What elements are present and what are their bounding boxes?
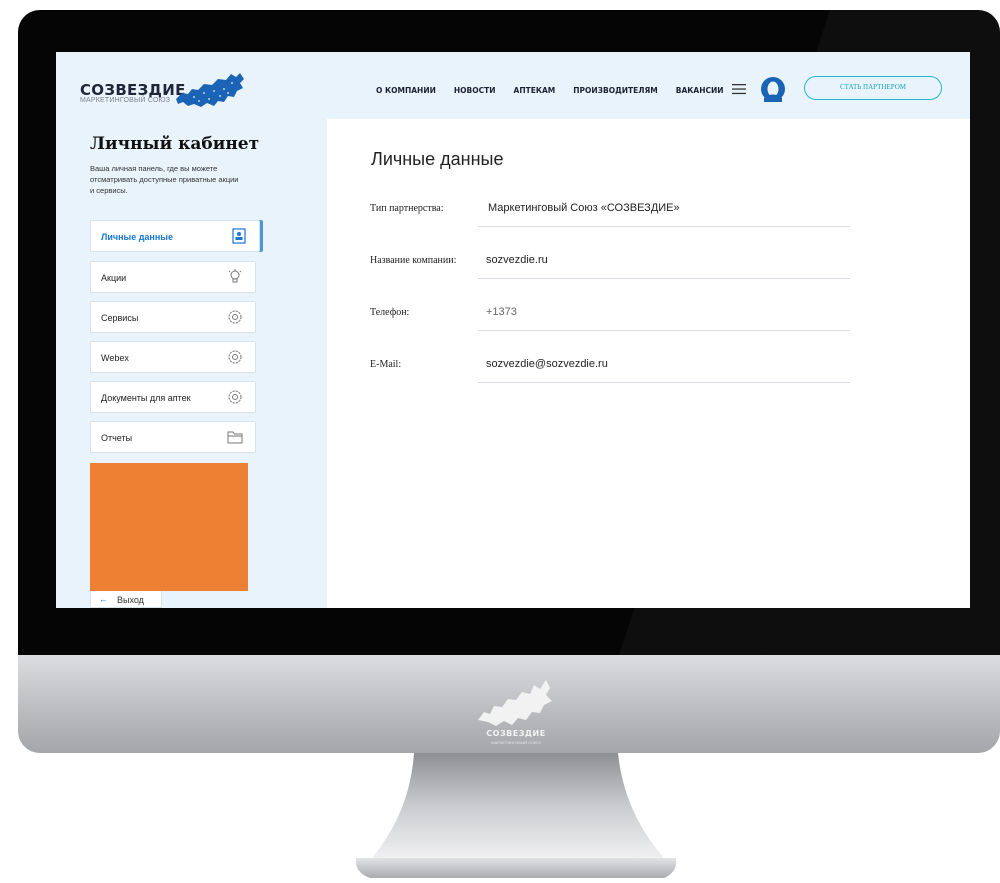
sidebar-item-label: Сервисы <box>101 313 139 323</box>
sidebar-description: Ваша личная панель, где вы можете отсмат… <box>90 164 239 195</box>
field-divider <box>478 278 850 279</box>
field-phone: Телефон: +1373 <box>370 300 850 331</box>
promo-banner[interactable] <box>90 463 248 591</box>
field-label: Тип партнерства: <box>370 203 444 214</box>
logout-button[interactable]: ← Выход <box>90 591 162 608</box>
gear-icon <box>228 350 242 364</box>
sidebar-item-webex[interactable]: Webex <box>90 341 256 373</box>
sidebar-item-services[interactable]: Сервисы <box>90 301 256 333</box>
folder-icon <box>227 431 243 444</box>
sidebar-item-label: Документы для аптек <box>101 393 191 403</box>
field-value: sozvezdie.ru <box>486 254 548 266</box>
hamburger-icon[interactable] <box>732 83 746 95</box>
sidebar-title: Личный кабинет <box>90 134 260 154</box>
field-label: Название компании: <box>370 255 457 266</box>
sidebar-item-label: Акции <box>101 273 127 283</box>
nav-news[interactable]: НОВОСТИ <box>454 86 496 95</box>
chin-brand-subtitle: МАРКЕТИНГОВЫЙ СОЮЗ <box>491 740 541 745</box>
logo-subtitle: МАРКЕТИНГОВЫЙ СОЮЗ <box>80 97 171 104</box>
sidebar-item-label: Личные данные <box>101 232 173 242</box>
sidebar-item-promotions[interactable]: Акции <box>90 261 256 293</box>
main-content: Личные данные Тип партнерства: Маркетинг… <box>327 119 970 608</box>
page-title: Личные данные <box>371 149 504 169</box>
gear-icon <box>228 310 242 324</box>
sidebar-item-personal-data[interactable]: Личные данные <box>90 220 260 252</box>
field-partnership-type: Тип партнерства: Маркетинговый Союз «СОЗ… <box>370 196 850 227</box>
field-email: E-Mail: sozvezdie@sozvezdie.ru <box>370 352 850 383</box>
field-label: Телефон: <box>370 307 410 318</box>
field-value: +1373 <box>486 306 517 318</box>
field-divider <box>478 330 850 331</box>
gear-icon <box>228 390 242 404</box>
field-divider <box>478 382 850 383</box>
id-card-icon <box>232 228 246 244</box>
site-header: СОЗВЕЗДИЕ МАРКЕТИНГОВЫЙ СОЮЗ О КОМПАНИИ … <box>56 52 970 119</box>
nav-vacancies[interactable]: ВАКАНСИИ <box>676 86 724 95</box>
logout-label: Выход <box>117 595 144 605</box>
main-nav: О КОМПАНИИ НОВОСТИ АПТЕКАМ ПРОИЗВОДИТЕЛЯ… <box>376 86 742 95</box>
field-value: sozvezdie@sozvezdie.ru <box>486 358 608 370</box>
become-partner-button[interactable]: СТАТЬ ПАРТНЕРОМ <box>804 76 942 100</box>
sidebar: Личный кабинет Ваша личная панель, где в… <box>56 119 327 608</box>
nav-pharmacies[interactable]: АПТЕКАМ <box>514 86 556 95</box>
sidebar-item-reports[interactable]: Отчеты <box>90 421 256 453</box>
user-avatar-icon[interactable] <box>760 76 786 102</box>
lightbulb-icon <box>228 269 242 283</box>
chin-brand-text: СОЗВЕЗДИЕ <box>486 729 546 738</box>
field-label: E-Mail: <box>370 359 402 370</box>
russia-map-logo-icon[interactable] <box>174 69 246 111</box>
nav-manufacturers[interactable]: ПРОИЗВОДИТЕЛЯМ <box>573 86 658 95</box>
screen: СОЗВЕЗДИЕ МАРКЕТИНГОВЫЙ СОЮЗ О КОМПАНИИ … <box>56 52 970 608</box>
sidebar-item-pharmacy-documents[interactable]: Документы для аптек <box>90 381 256 413</box>
field-divider <box>478 226 850 227</box>
sidebar-item-label: Webex <box>101 353 129 363</box>
nav-about[interactable]: О КОМПАНИИ <box>376 86 436 95</box>
field-company-name: Название компании: sozvezdie.ru <box>370 248 850 279</box>
sidebar-item-label: Отчеты <box>101 433 133 443</box>
field-value: Маркетинговый Союз «СОЗВЕЗДИЕ» <box>488 202 680 214</box>
arrow-left-icon: ← <box>99 594 108 604</box>
